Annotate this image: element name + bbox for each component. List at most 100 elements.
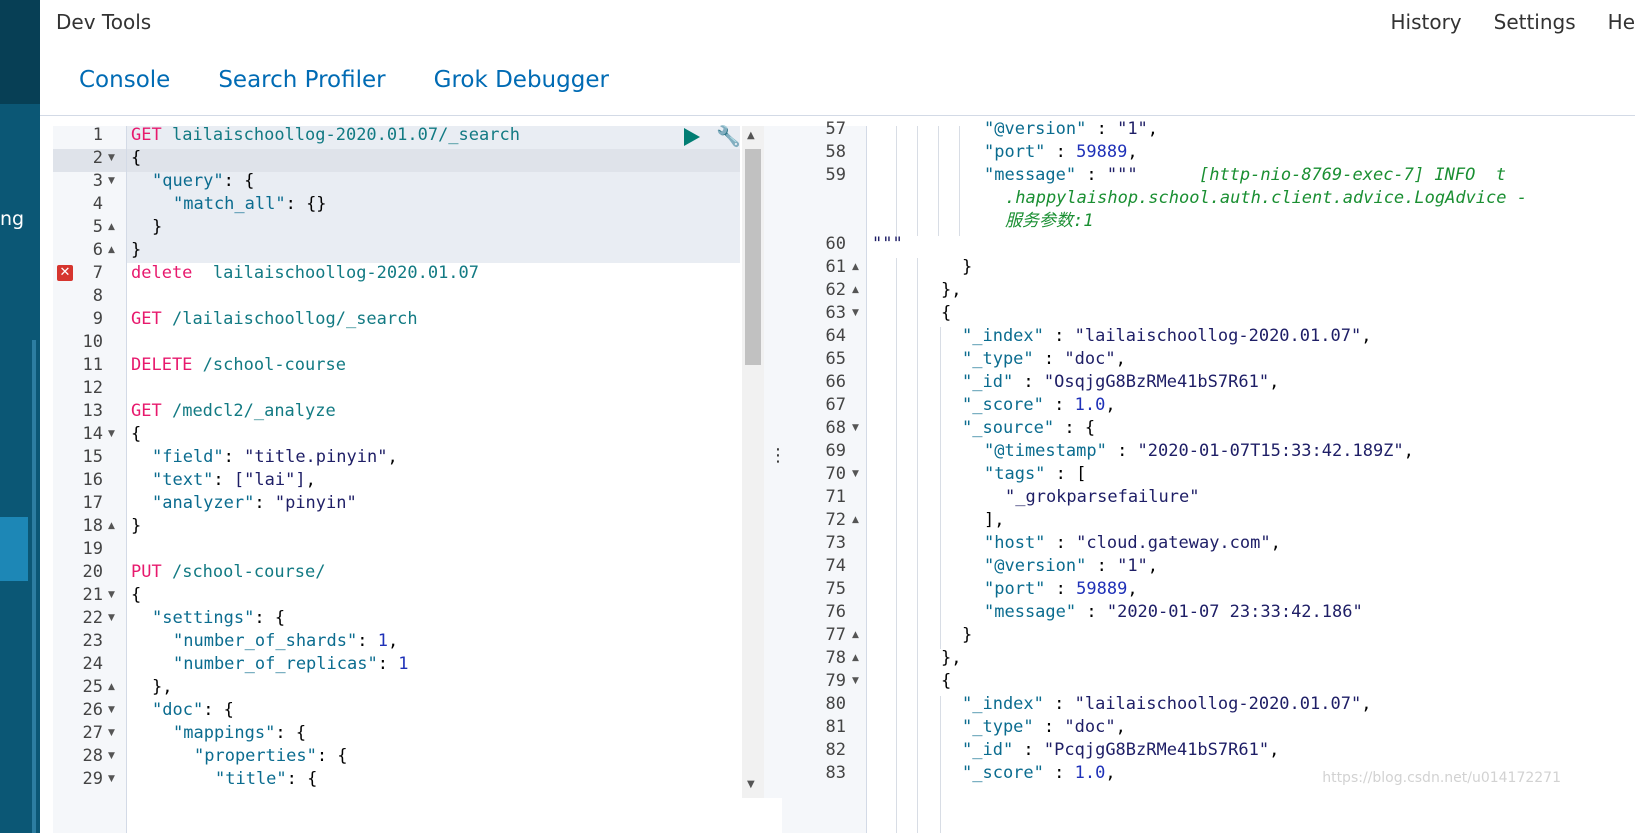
fold-down-icon[interactable]: ▼ bbox=[108, 607, 115, 630]
code-line: "text": ["lai"], bbox=[152, 470, 316, 490]
scroll-up-icon[interactable]: ▲ bbox=[747, 130, 755, 141]
output-gutter-separator bbox=[866, 126, 867, 833]
fold-down-icon[interactable]: ▼ bbox=[108, 423, 115, 446]
request-url: lailaischoollog-2020.01.07/_search bbox=[171, 125, 520, 145]
fold-down-icon[interactable]: ▼ bbox=[108, 699, 115, 722]
watermark: https://blog.csdn.net/u014172271 bbox=[1322, 770, 1561, 786]
line-number: 25 bbox=[82, 677, 103, 697]
output-line: """ bbox=[872, 234, 903, 254]
indent-guide bbox=[940, 696, 941, 833]
tabs-divider bbox=[40, 115, 1635, 116]
indent-guide bbox=[896, 126, 897, 236]
output-line: "_index" : "lailaischoollog-2020.01.07", bbox=[962, 326, 1372, 346]
fold-up-icon[interactable]: ▲ bbox=[852, 279, 859, 302]
line-number: 5 bbox=[92, 217, 103, 237]
fold-up-icon[interactable]: ▲ bbox=[852, 647, 859, 670]
send-request-icon[interactable] bbox=[684, 128, 700, 146]
fold-down-icon[interactable]: ▼ bbox=[108, 170, 115, 193]
code-line: "properties": { bbox=[194, 746, 348, 766]
code-line: } bbox=[152, 217, 163, 237]
output-line: "port" : 59889, bbox=[984, 579, 1138, 599]
line-number: 15 bbox=[82, 447, 103, 467]
fold-down-icon[interactable]: ▼ bbox=[852, 670, 859, 693]
fold-down-icon[interactable]: ▼ bbox=[108, 722, 115, 745]
code-line: "number_of_shards": 1, bbox=[173, 631, 399, 651]
fold-up-icon[interactable]: ▲ bbox=[852, 256, 859, 279]
tab-bar: Console Search Profiler Grok Debugger bbox=[55, 62, 633, 132]
line-number: 73 bbox=[825, 533, 846, 553]
wrench-icon[interactable]: 🔧 bbox=[716, 124, 741, 148]
code-line: { bbox=[131, 424, 142, 444]
code-line: { bbox=[131, 585, 142, 605]
fold-down-icon[interactable]: ▼ bbox=[108, 745, 115, 768]
line-number: 69 bbox=[825, 441, 846, 461]
editor-scrollbar-thumb[interactable] bbox=[745, 149, 761, 365]
indent-guide bbox=[896, 258, 897, 833]
fold-up-icon[interactable]: ▲ bbox=[108, 515, 115, 538]
sidebar-item-label[interactable]: ng bbox=[0, 208, 24, 230]
fold-up-icon[interactable]: ▲ bbox=[108, 239, 115, 262]
line-number: 11 bbox=[82, 355, 103, 375]
fold-up-icon[interactable]: ▲ bbox=[108, 216, 115, 239]
line-number: 59 bbox=[825, 165, 846, 185]
line-number: 19 bbox=[82, 539, 103, 559]
line-number: 60 bbox=[825, 234, 846, 254]
code-line: GET /lailaischoollog/_search bbox=[131, 309, 418, 329]
line-number: 28 bbox=[82, 746, 103, 766]
tab-console[interactable]: Console bbox=[55, 62, 195, 132]
top-nav: History Settings He bbox=[1390, 10, 1635, 34]
output-line: "_grokparsefailure" bbox=[1005, 487, 1200, 507]
line-number: 64 bbox=[825, 326, 846, 346]
tab-search-profiler[interactable]: Search Profiler bbox=[194, 62, 409, 115]
output-line: }, bbox=[941, 648, 962, 668]
fold-up-icon[interactable]: ▲ bbox=[852, 509, 859, 532]
output-line: "_type" : "doc", bbox=[962, 349, 1126, 369]
line-number: 17 bbox=[82, 493, 103, 513]
code-line: "number_of_replicas": 1 bbox=[173, 654, 409, 674]
line-number: 79 bbox=[825, 671, 846, 691]
line-number: 81 bbox=[825, 717, 846, 737]
indent-guide bbox=[940, 327, 941, 649]
fold-down-icon[interactable]: ▼ bbox=[108, 584, 115, 607]
indent-guide bbox=[917, 126, 918, 236]
line-number: 27 bbox=[82, 723, 103, 743]
code-line: "settings": { bbox=[152, 608, 286, 628]
line-number: 77 bbox=[825, 625, 846, 645]
line-number: 70 bbox=[825, 464, 846, 484]
fold-down-icon[interactable]: ▼ bbox=[852, 417, 859, 440]
line-number: 61 bbox=[825, 257, 846, 277]
line-number: 1 bbox=[92, 125, 103, 145]
output-line: { bbox=[941, 303, 952, 323]
sidebar-item-selected[interactable] bbox=[0, 517, 28, 581]
error-icon[interactable]: ✕ bbox=[57, 265, 73, 281]
indent-guide bbox=[938, 126, 939, 236]
output-line: "_score" : 1.0, bbox=[962, 395, 1116, 415]
line-number: 14 bbox=[82, 424, 103, 444]
code-line: { bbox=[131, 148, 142, 168]
output-line: "message" : "2020-01-07 23:33:42.186" bbox=[984, 602, 1363, 622]
sidebar-scroll-line bbox=[32, 340, 36, 833]
help-link[interactable]: He bbox=[1608, 10, 1635, 34]
fold-down-icon[interactable]: ▼ bbox=[852, 302, 859, 325]
line-number: 66 bbox=[825, 372, 846, 392]
settings-link[interactable]: Settings bbox=[1494, 10, 1576, 34]
fold-down-icon[interactable]: ▼ bbox=[108, 768, 115, 791]
code-line: DELETE /school-course bbox=[131, 355, 346, 375]
history-link[interactable]: History bbox=[1390, 10, 1461, 34]
output-line: "_id" : "OsqjgG8BzRMe41bS7R61", bbox=[962, 372, 1280, 392]
fold-down-icon[interactable]: ▼ bbox=[852, 463, 859, 486]
fold-down-icon[interactable]: ▼ bbox=[108, 147, 115, 170]
line-number: 57 bbox=[825, 119, 846, 139]
line-number: 72 bbox=[825, 510, 846, 530]
output-line: "@version" : "1", bbox=[984, 119, 1159, 139]
output-line: "_score" : 1.0, bbox=[962, 763, 1116, 783]
fold-up-icon[interactable]: ▲ bbox=[108, 676, 115, 699]
output-line: .happylaishop.school.auth.client.advice.… bbox=[1005, 188, 1527, 208]
fold-up-icon[interactable]: ▲ bbox=[852, 624, 859, 647]
output-line: }, bbox=[941, 280, 962, 300]
output-line: "_index" : "lailaischoollog-2020.01.07", bbox=[962, 694, 1372, 714]
scroll-down-icon[interactable]: ▼ bbox=[747, 779, 755, 790]
output-line: 服务参数:1 bbox=[1005, 211, 1094, 231]
tab-grok-debugger[interactable]: Grok Debugger bbox=[410, 62, 633, 115]
output-line: "host" : "cloud.gateway.com", bbox=[984, 533, 1281, 553]
